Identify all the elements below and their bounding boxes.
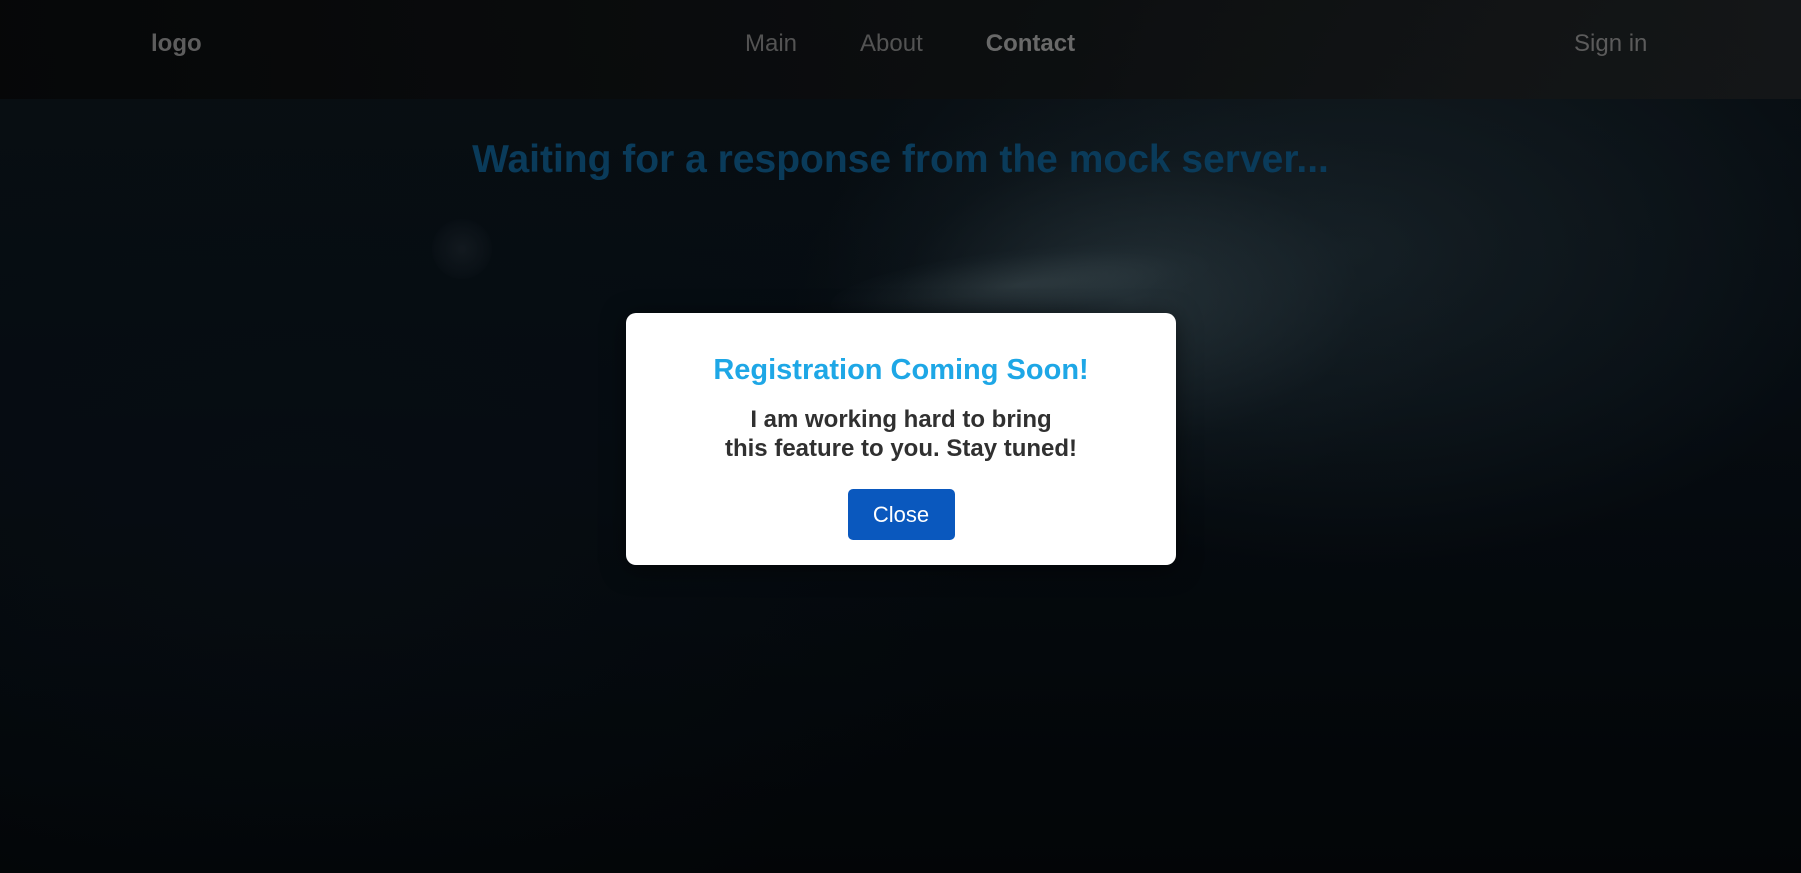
modal-message-line-2: this feature to you. Stay tuned!	[724, 435, 1078, 462]
page-background: logo Main About Contact Sign in Waiting …	[0, 0, 1801, 873]
modal-title: Registration Coming Soon!	[713, 354, 1089, 386]
registration-modal: Registration Coming Soon! I am working h…	[626, 313, 1176, 565]
modal-message: I am working hard to bring this feature …	[701, 405, 1101, 463]
close-button[interactable]: Close	[847, 489, 955, 540]
modal-message-line-1: I am working hard to bring	[750, 406, 1052, 433]
